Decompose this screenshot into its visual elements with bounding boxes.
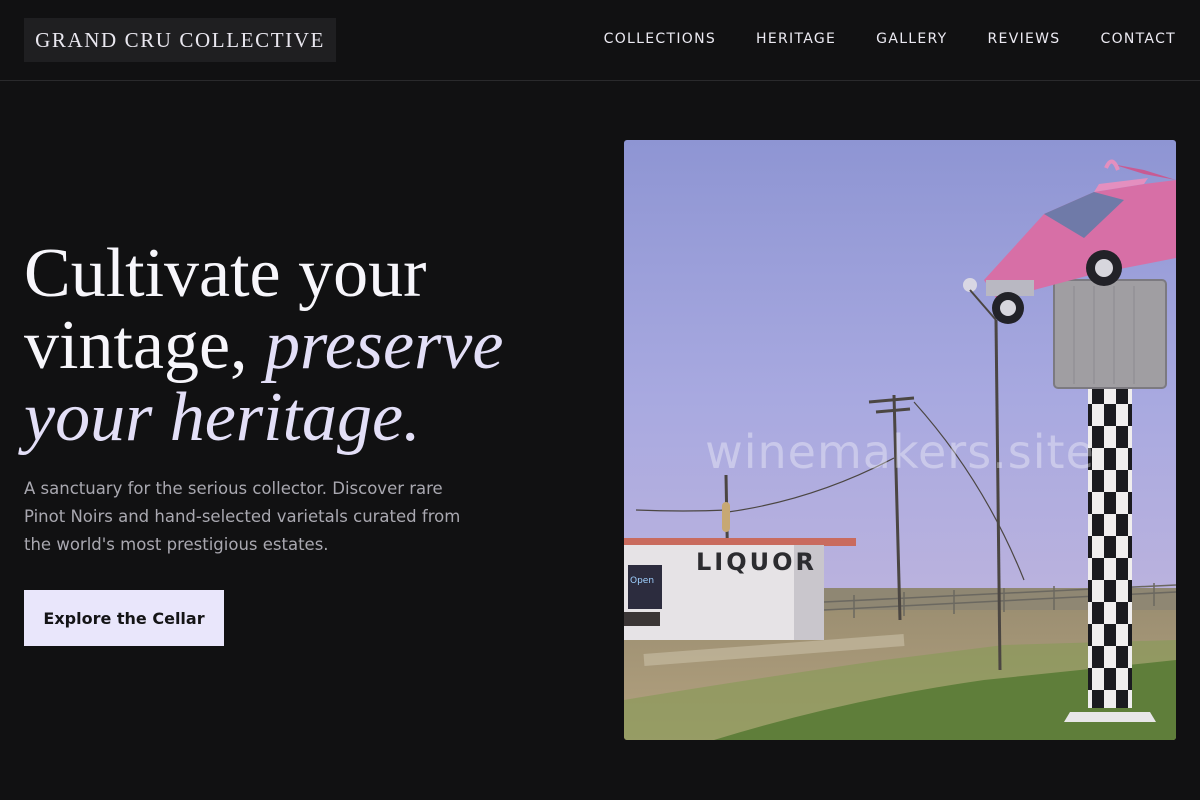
brand-logo[interactable]: GRAND CRU COLLECTIVE (24, 18, 336, 62)
roadside-scene-illustration: Open LIQUOR (624, 140, 1176, 740)
hero-headline: Cultivate your vintage, preserve your he… (24, 238, 604, 454)
hero-photo: Open LIQUOR winemakers.site (624, 140, 1176, 740)
svg-text:Open: Open (630, 576, 654, 586)
nav-item-reviews[interactable]: REVIEWS (988, 31, 1061, 47)
hero-description: A sanctuary for the serious collector. D… (24, 479, 461, 554)
nav-item-contact[interactable]: CONTACT (1101, 31, 1177, 47)
liquor-sign-text: LIQUOR (696, 548, 817, 576)
site-header: GRAND CRU COLLECTIVE COLLECTIONS HERITAG… (0, 0, 1200, 81)
brand-name: GRAND CRU COLLECTIVE (35, 27, 325, 52)
nav-item-collections[interactable]: COLLECTIONS (604, 31, 716, 47)
nav-item-heritage[interactable]: HERITAGE (756, 31, 836, 47)
explore-cellar-button[interactable]: Explore the Cellar (24, 590, 224, 646)
main-nav: COLLECTIONS HERITAGE GALLERY REVIEWS CON… (604, 28, 1176, 50)
nav-item-gallery[interactable]: GALLERY (876, 31, 947, 47)
